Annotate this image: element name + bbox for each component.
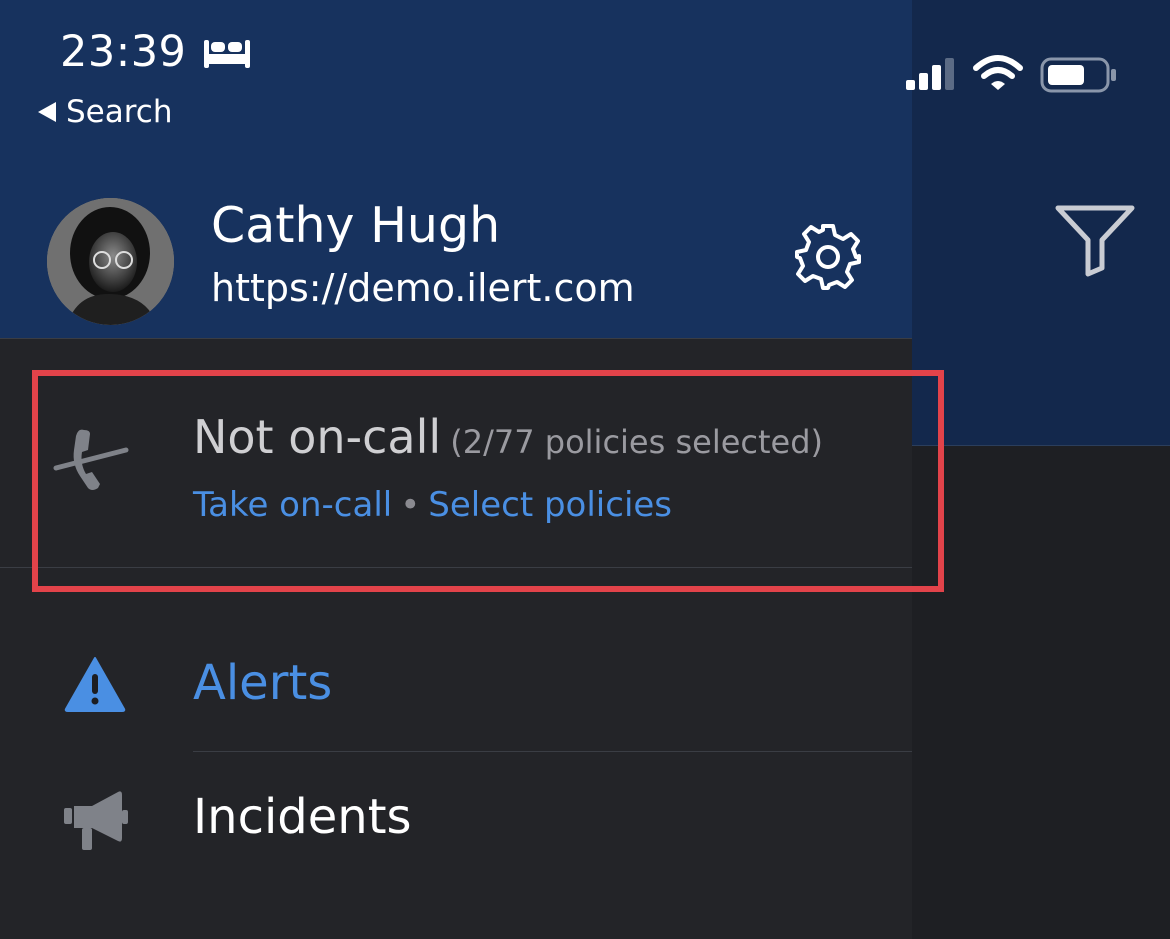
status-time: 23:39 <box>60 27 187 77</box>
alert-triangle-icon <box>64 657 126 712</box>
megaphone-icon <box>64 791 128 850</box>
wifi-icon <box>973 55 1023 90</box>
back-to-search-button[interactable]: Search <box>38 92 173 132</box>
header-divider <box>0 338 912 339</box>
menu-item-incidents[interactable]: Incidents <box>0 778 912 878</box>
user-url: https://demo.ilert.com <box>211 266 635 310</box>
battery-icon <box>1040 57 1116 93</box>
menu-label-alerts: Alerts <box>193 655 333 711</box>
gear-icon[interactable] <box>793 222 863 292</box>
background-divider <box>912 445 1170 446</box>
filter-icon[interactable] <box>1052 200 1138 278</box>
highlight-box <box>32 370 944 592</box>
avatar[interactable] <box>47 198 174 325</box>
back-arrow-icon <box>38 102 56 122</box>
back-label: Search <box>66 94 173 130</box>
bed-icon <box>204 40 250 68</box>
menu-item-alerts[interactable]: Alerts <box>0 640 912 740</box>
menu-divider <box>193 751 912 752</box>
signal-icon <box>906 58 954 90</box>
avatar-image <box>47 198 174 325</box>
user-name: Cathy Hugh <box>211 197 501 254</box>
menu-label-incidents: Incidents <box>193 789 412 845</box>
